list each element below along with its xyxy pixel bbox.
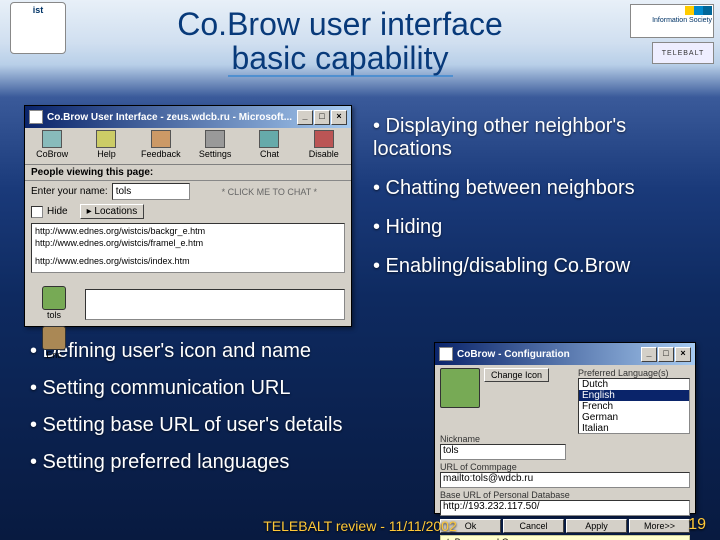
- bullets-top-right: • Displaying other neighbor's locations …: [373, 115, 708, 294]
- change-icon-button[interactable]: Change Icon: [484, 368, 549, 382]
- slide-title: Co.Brow user interface basic capability: [60, 8, 620, 77]
- lang-option-selected[interactable]: English: [579, 390, 689, 401]
- lang-option[interactable]: Dutch: [579, 379, 689, 390]
- tb-cobrow[interactable]: CoBrow: [25, 128, 79, 164]
- warning-bar: ⚠ Внимание! Окно приложения.: [440, 535, 690, 540]
- name-input[interactable]: tols: [112, 183, 190, 200]
- tb-help[interactable]: Help: [79, 128, 133, 164]
- avatar-preview: [440, 368, 480, 408]
- name-label: Enter your name:: [31, 186, 108, 197]
- user-item[interactable]: Eric: [31, 326, 77, 360]
- close-button[interactable]: ×: [331, 110, 347, 125]
- url-label: URL of Commpage: [440, 462, 690, 472]
- people-section: People viewing this page:: [25, 165, 351, 181]
- pref-lang-label: Preferred Language(s): [578, 368, 690, 378]
- url-input[interactable]: mailto:tols@wdcb.ru: [440, 472, 690, 488]
- baseurl-label: Base URL of Personal Database: [440, 490, 690, 500]
- list-item[interactable]: http://www.ednes.org/wistcis/backgr_e.ht…: [33, 225, 343, 237]
- list-item[interactable]: http://www.ednes.org/wistcis/framel_e.ht…: [33, 237, 343, 249]
- nickname-input[interactable]: tols: [440, 444, 566, 460]
- lang-option[interactable]: German: [579, 412, 689, 423]
- minimize-button[interactable]: _: [641, 347, 657, 362]
- avatar-icon: [42, 286, 66, 310]
- avatar-icon: [42, 326, 66, 350]
- locations-button[interactable]: ▸ Locations: [80, 204, 145, 219]
- app-icon: [29, 110, 43, 124]
- locations-list[interactable]: http://www.ednes.org/wistcis/backgr_e.ht…: [31, 223, 345, 273]
- slide: ist Information Society TELEBALT Co.Brow…: [0, 0, 720, 540]
- chat-area[interactable]: [85, 289, 345, 320]
- lang-option[interactable]: Italian: [579, 423, 689, 434]
- page-number: 19: [688, 516, 706, 534]
- logo-ist: ist: [10, 2, 66, 54]
- user-list: tols Eric: [31, 286, 77, 366]
- win2-titlebar[interactable]: CoBrow - Configuration _ □ ×: [435, 343, 695, 365]
- header: ist Information Society TELEBALT Co.Brow…: [0, 2, 720, 72]
- list-item[interactable]: http://www.ednes.org/wistcis/index.htm: [33, 255, 343, 267]
- win1-title: Co.Brow User Interface - zeus.wdcb.ru - …: [47, 112, 296, 123]
- logo-telebalt: TELEBALT: [652, 42, 714, 64]
- tb-settings[interactable]: Settings: [188, 128, 242, 164]
- win2-title: CoBrow - Configuration: [457, 349, 640, 360]
- maximize-button[interactable]: □: [658, 347, 674, 362]
- nickname-label: Nickname: [440, 434, 690, 444]
- minimize-button[interactable]: _: [297, 110, 313, 125]
- lang-option[interactable]: French: [579, 401, 689, 412]
- win1-titlebar[interactable]: Co.Brow User Interface - zeus.wdcb.ru - …: [25, 106, 351, 128]
- tb-chat[interactable]: Chat: [242, 128, 296, 164]
- tb-disable[interactable]: Disable: [297, 128, 351, 164]
- logo-information-society: Information Society: [630, 4, 714, 38]
- maximize-button[interactable]: □: [314, 110, 330, 125]
- chat-prompt[interactable]: * CLICK ME TO CHAT *: [194, 187, 345, 197]
- win1-toolbar: CoBrow Help Feedback Settings Chat Disab…: [25, 128, 351, 165]
- footer-text: TELEBALT review - 11/11/2002: [0, 518, 720, 534]
- baseurl-input[interactable]: http://193.232.117.50/: [440, 500, 690, 516]
- user-item[interactable]: tols: [31, 286, 77, 320]
- tb-feedback[interactable]: Feedback: [134, 128, 188, 164]
- close-button[interactable]: ×: [675, 347, 691, 362]
- app-icon: [439, 347, 453, 361]
- cobrow-config-window: CoBrow - Configuration _ □ × Change Icon…: [434, 342, 696, 514]
- cobrow-main-window: Co.Brow User Interface - zeus.wdcb.ru - …: [24, 105, 352, 327]
- language-listbox[interactable]: Dutch English French German Italian: [578, 378, 690, 434]
- hide-label: Hide: [47, 206, 68, 217]
- bullets-bottom-left: • Defining user's icon and name • Settin…: [30, 340, 380, 488]
- hide-checkbox[interactable]: [31, 206, 43, 218]
